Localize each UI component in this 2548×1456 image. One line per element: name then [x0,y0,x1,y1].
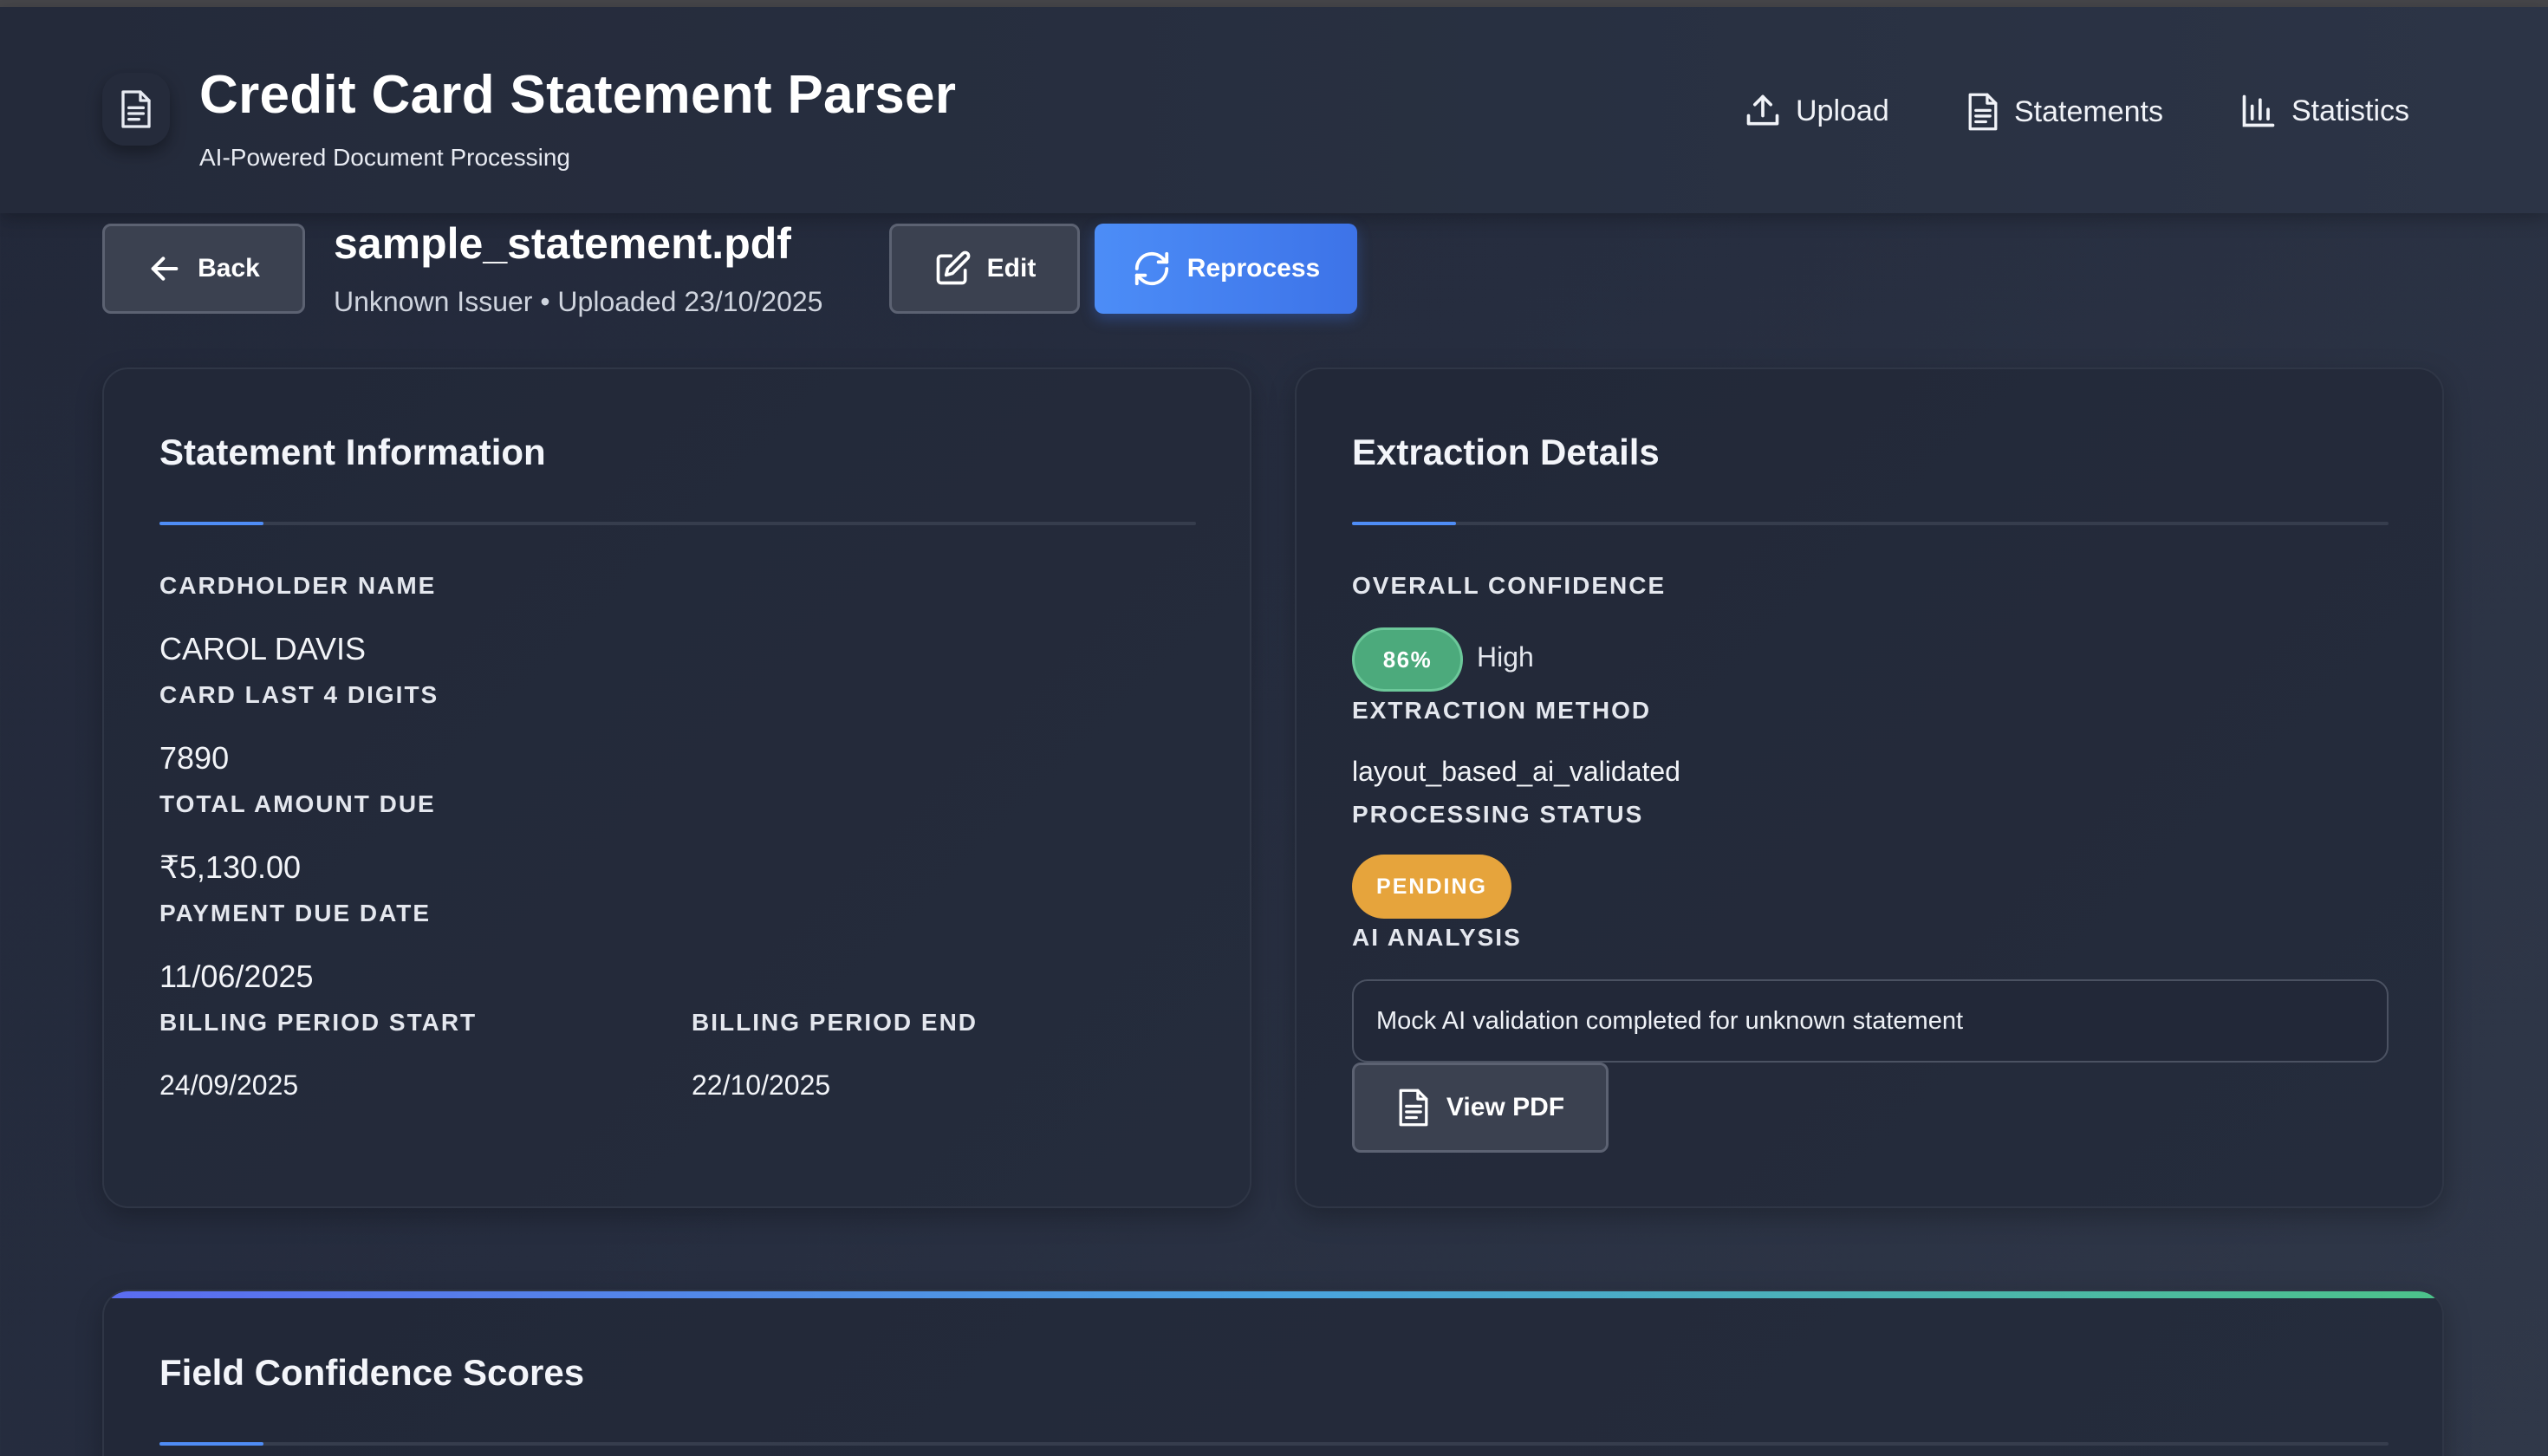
nav-statistics[interactable]: Statistics [2239,92,2409,130]
cardholder-name-label: CARDHOLDER NAME [159,572,437,599]
cardholder-name-value: CAROL DAVIS [159,631,367,666]
view-pdf-button-label: View PDF [1446,1093,1565,1121]
field-confidence-scores-card: Field Confidence Scores [102,1290,2444,1456]
payment-due-date-value: 11/06/2025 [159,959,314,994]
card-last4-value: 7890 [159,740,230,776]
card-title: Field Confidence Scores [159,1352,585,1393]
upload-icon [1746,94,1779,126]
document-icon [121,90,151,128]
overall-confidence-label: OVERALL CONFIDENCE [1352,572,1667,599]
card-divider [159,1442,2389,1446]
document-icon [1399,1089,1428,1127]
back-button-label: Back [198,254,260,283]
arrow-left-icon [151,257,179,281]
statement-information-card: Statement Information CARDHOLDER NAME CA… [102,367,1251,1208]
card-gradient-bar [104,1291,2442,1298]
processing-status-label: PROCESSING STATUS [1352,801,1644,828]
status-badge: PENDING [1352,855,1511,919]
nav-upload-label: Upload [1796,94,1889,127]
card-divider [159,522,1196,525]
edit-button-label: Edit [986,254,1037,283]
extraction-details-card: Extraction Details OVERALL CONFIDENCE 86… [1295,367,2444,1208]
card-last4-label: CARD LAST 4 DIGITS [159,681,439,708]
app-title: Credit Card Statement Parser [199,65,957,125]
document-icon [1968,93,1998,131]
window-top-border [0,0,2548,7]
confidence-badge: 86% [1352,627,1463,692]
ai-analysis-text: Mock AI validation completed for unknown… [1352,979,2389,1063]
card-title: Statement Information [159,432,546,472]
app-logo [102,73,170,146]
back-button[interactable]: Back [102,224,305,314]
app-subtitle: AI-Powered Document Processing [199,144,570,171]
card-divider [1352,522,2389,525]
file-meta: Unknown Issuer • Uploaded 23/10/2025 [334,286,823,317]
file-name: sample_statement.pdf [334,219,791,268]
billing-period-start-value: 24/09/2025 [159,1069,299,1101]
app-header: Credit Card Statement Parser AI-Powered … [0,7,2548,213]
confidence-level: High [1477,641,1534,673]
reprocess-button-label: Reprocess [1186,254,1321,283]
ai-analysis-label: AI ANALYSIS [1352,924,1522,951]
refresh-icon [1134,251,1168,286]
extraction-method-value: layout_based_ai_validated [1352,756,1680,787]
view-pdf-button[interactable]: View PDF [1352,1063,1609,1153]
payment-due-date-label: PAYMENT DUE DATE [159,900,432,926]
nav-statistics-label: Statistics [2291,94,2410,127]
card-title: Extraction Details [1352,432,1660,472]
edit-button[interactable]: Edit [889,224,1080,314]
nav-statements[interactable]: Statements [1966,92,2163,132]
total-amount-due-label: TOTAL AMOUNT DUE [159,790,436,817]
total-amount-due-value: ₹5,130.00 [159,849,302,885]
edit-icon [936,250,971,285]
billing-period-end-label: BILLING PERIOD END [692,1009,978,1036]
billing-period-end-value: 22/10/2025 [692,1069,831,1101]
reprocess-button[interactable]: Reprocess [1095,224,1357,314]
extraction-method-label: EXTRACTION METHOD [1352,697,1652,724]
bar-chart-icon [2242,94,2275,127]
billing-period-start-label: BILLING PERIOD START [159,1009,478,1036]
nav-upload[interactable]: Upload [1744,92,1889,130]
nav-statements-label: Statements [2014,94,2163,128]
